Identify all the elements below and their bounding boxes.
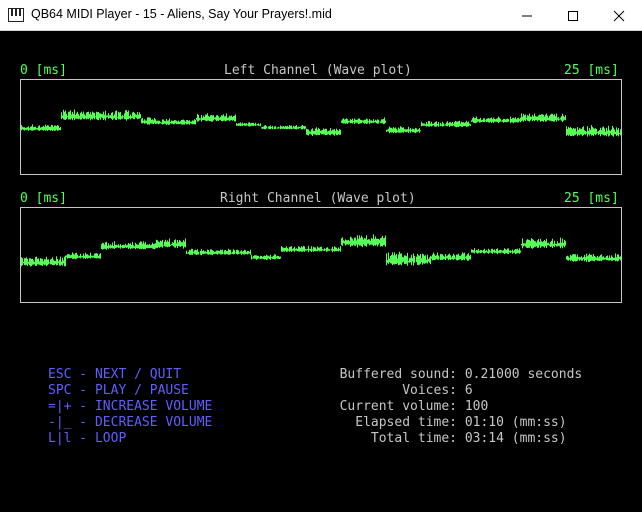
key-help-decrease-volume: -|_ - DECREASE VOLUME bbox=[48, 415, 213, 430]
stat-elapsed-time: Elapsed time: 01:10 (mm:ss) bbox=[336, 415, 582, 431]
window-title: QB64 MIDI Player - 15 - Aliens, Say Your… bbox=[31, 7, 332, 21]
left-plot-title: Left Channel (Wave plot) bbox=[224, 63, 412, 78]
left-plot-start-label: 0 [ms] bbox=[20, 63, 67, 78]
close-icon bbox=[613, 10, 625, 21]
playback-stats: Buffered sound: 0.21000 seconds Voices: … bbox=[336, 367, 583, 447]
stat-label: Buffered sound: bbox=[339, 367, 457, 382]
close-button[interactable] bbox=[596, 0, 642, 31]
key-help-increase-volume: =|+ - INCREASE VOLUME bbox=[48, 399, 213, 414]
left-wave-plot bbox=[20, 79, 622, 175]
stat-total-time: Total time: 03:14 (mm:ss) bbox=[336, 431, 582, 447]
piano-keys-icon bbox=[8, 8, 24, 22]
waveform-trace bbox=[21, 234, 621, 267]
right-plot-start-label: 0 [ms] bbox=[20, 191, 67, 206]
left-plot-end-label: 25 [ms] bbox=[564, 63, 619, 78]
minimize-button[interactable] bbox=[504, 0, 550, 31]
stat-current-volume: Current volume: 100 bbox=[336, 399, 582, 415]
stat-label: Current volume: bbox=[339, 399, 457, 414]
left-waveform bbox=[21, 109, 621, 137]
right-plot-title: Right Channel (Wave plot) bbox=[220, 191, 416, 206]
right-waveform bbox=[21, 234, 621, 267]
key-help-list: ESC - NEXT / QUIT SPC - PLAY / PAUSE =|+… bbox=[48, 367, 212, 447]
maximize-button[interactable] bbox=[550, 0, 596, 31]
stat-value: 6 bbox=[464, 383, 473, 398]
stat-label: Voices: bbox=[402, 383, 457, 398]
maximize-icon bbox=[568, 10, 578, 21]
client-area: 0 [ms] Left Channel (Wave plot) 25 [ms] … bbox=[0, 31, 642, 512]
stat-label: Elapsed time: bbox=[355, 415, 457, 430]
right-plot-end-label: 25 [ms] bbox=[564, 191, 619, 206]
stat-value: 01:10 (mm:ss) bbox=[464, 415, 567, 430]
stat-value: 03:14 (mm:ss) bbox=[464, 431, 567, 446]
key-help-play-pause: SPC - PLAY / PAUSE bbox=[48, 383, 189, 398]
stat-label: Total time: bbox=[370, 431, 457, 446]
stat-voices: Voices: 6 bbox=[336, 383, 582, 399]
stat-value: 0.21000 seconds bbox=[464, 367, 583, 382]
stat-buffered-sound: Buffered sound: 0.21000 seconds bbox=[336, 367, 583, 383]
minimize-icon bbox=[522, 15, 532, 16]
key-help-loop: L|l - LOOP bbox=[48, 431, 127, 446]
waveform-trace bbox=[21, 109, 621, 137]
right-wave-plot bbox=[20, 207, 622, 303]
title-bar[interactable]: QB64 MIDI Player - 15 - Aliens, Say Your… bbox=[0, 0, 642, 31]
key-help-next-quit: ESC - NEXT / QUIT bbox=[48, 367, 182, 382]
stat-value: 100 bbox=[464, 399, 489, 414]
